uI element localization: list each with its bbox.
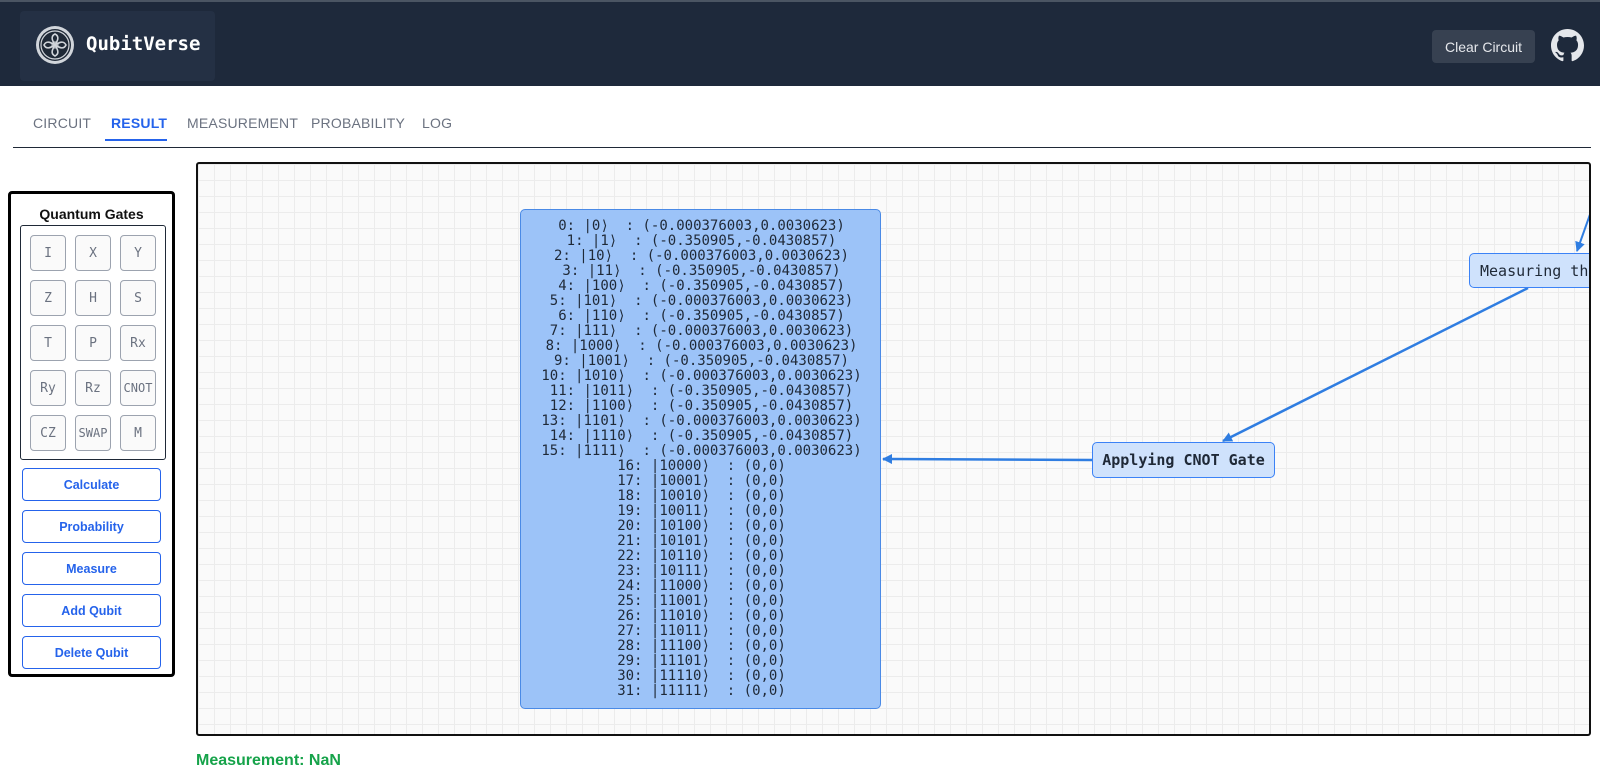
incoming-arrow xyxy=(1575,214,1589,252)
gate-x[interactable]: X xyxy=(75,235,111,271)
applying-cnot-node[interactable]: Applying CNOT Gate xyxy=(1092,442,1275,478)
state-line: 3: |11⟩ : (-0.350905,-0.0430857) xyxy=(562,263,841,279)
result-canvas[interactable]: 0: |0⟩ : (-0.000376003,0.0030623) 1: |1⟩… xyxy=(196,162,1591,736)
state-line: 21: |10101⟩ : (0,0) xyxy=(617,533,786,549)
gate-p[interactable]: P xyxy=(75,325,111,361)
state-line: 28: |11100⟩ : (0,0) xyxy=(617,638,786,654)
probability-button[interactable]: Probability xyxy=(22,510,161,543)
gate-t[interactable]: T xyxy=(30,325,66,361)
state-line: 17: |10001⟩ : (0,0) xyxy=(617,473,786,489)
gate-s[interactable]: S xyxy=(120,280,156,316)
state-line: 2: |10⟩ : (-0.000376003,0.0030623) xyxy=(553,248,849,264)
gate-i[interactable]: I xyxy=(30,235,66,271)
gates-panel-title: Quantum Gates xyxy=(39,206,144,222)
gate-rx[interactable]: Rx xyxy=(120,325,156,361)
flow-arrows xyxy=(882,214,1589,465)
clear-circuit-button[interactable]: Clear Circuit xyxy=(1432,30,1535,63)
tab-result[interactable]: RESULT xyxy=(111,115,167,131)
state-line: 23: |10111⟩ : (0,0) xyxy=(617,563,786,579)
app-title: QubitVerse xyxy=(86,33,201,55)
calculate-button[interactable]: Calculate xyxy=(22,468,161,501)
gate-swap[interactable]: SWAP xyxy=(75,415,111,451)
state-line: 10: |1010⟩ : (-0.000376003,0.0030623) xyxy=(541,368,862,384)
state-line: 5: |101⟩ : (-0.000376003,0.0030623) xyxy=(549,293,854,309)
state-line: 14: |1110⟩ : (-0.350905,-0.0430857) xyxy=(549,428,854,444)
state-vector-box[interactable]: 0: |0⟩ : (-0.000376003,0.0030623) 1: |1⟩… xyxy=(520,209,881,709)
active-tab-indicator xyxy=(105,139,167,141)
state-line: 8: |1000⟩ : (-0.000376003,0.0030623) xyxy=(545,338,858,354)
state-line: 29: |11101⟩ : (0,0) xyxy=(617,653,786,669)
qubitverse-logo-icon xyxy=(36,26,74,64)
state-line: 26: |11010⟩ : (0,0) xyxy=(617,608,786,624)
measure-to-cnot-arrow xyxy=(1222,286,1529,443)
state-line: 6: |110⟩ : (-0.350905,-0.0430857) xyxy=(558,308,845,324)
github-icon[interactable] xyxy=(1551,29,1584,62)
quantum-gates-panel: Quantum Gates I X Y Z H S T P Rx Ry Rz C… xyxy=(8,191,175,677)
state-line: 16: |10000⟩ : (0,0) xyxy=(617,458,786,474)
state-line: 22: |10110⟩ : (0,0) xyxy=(617,548,786,564)
state-line: 0: |0⟩ : (-0.000376003,0.0030623) xyxy=(558,218,845,234)
gate-rz[interactable]: Rz xyxy=(75,370,111,406)
cnot-to-state-arrow xyxy=(882,454,1093,465)
gate-palette: I X Y Z H S T P Rx Ry Rz CNOT CZ SWAP M xyxy=(20,225,166,460)
state-line: 27: |11011⟩ : (0,0) xyxy=(617,623,786,639)
delete-qubit-button[interactable]: Delete Qubit xyxy=(22,636,161,669)
gate-y[interactable]: Y xyxy=(120,235,156,271)
gate-cnot[interactable]: CNOT xyxy=(120,370,156,406)
state-line: 1: |1⟩ : (-0.350905,-0.0430857) xyxy=(566,233,837,249)
tab-bar: CIRCUIT RESULT MEASUREMENT PROBABILITY L… xyxy=(13,105,1591,148)
measurement-result: Measurement: NaN xyxy=(196,752,341,769)
tab-circuit[interactable]: CIRCUIT xyxy=(33,115,91,131)
state-line: 24: |11000⟩ : (0,0) xyxy=(617,578,786,594)
brand[interactable]: QubitVerse xyxy=(20,11,215,81)
state-line: 13: |1101⟩ : (-0.000376003,0.0030623) xyxy=(541,413,862,429)
gate-z[interactable]: Z xyxy=(30,280,66,316)
top-navbar: QubitVerse Clear Circuit xyxy=(0,0,1600,86)
add-qubit-button[interactable]: Add Qubit xyxy=(22,594,161,627)
tab-log[interactable]: LOG xyxy=(422,115,452,131)
state-line: 9: |1001⟩ : (-0.350905,-0.0430857) xyxy=(553,353,849,369)
gate-m[interactable]: M xyxy=(120,415,156,451)
measuring-node[interactable]: Measuring the xyxy=(1469,253,1589,288)
measure-button[interactable]: Measure xyxy=(22,552,161,585)
state-line: 25: |11001⟩ : (0,0) xyxy=(617,593,786,609)
state-line: 4: |100⟩ : (-0.350905,-0.0430857) xyxy=(558,278,845,294)
tab-probability[interactable]: PROBABILITY xyxy=(311,115,405,131)
gate-ry[interactable]: Ry xyxy=(30,370,66,406)
state-line: 11: |1011⟩ : (-0.350905,-0.0430857) xyxy=(549,383,854,399)
tab-measurement[interactable]: MEASUREMENT xyxy=(187,115,298,131)
gate-h[interactable]: H xyxy=(75,280,111,316)
state-line: 15: |1111⟩ : (-0.000376003,0.0030623) xyxy=(541,443,862,459)
state-line: 31: |11111⟩ : (0,0) xyxy=(617,683,786,699)
state-line: 30: |11110⟩ : (0,0) xyxy=(617,668,786,684)
state-line: 18: |10010⟩ : (0,0) xyxy=(617,488,786,504)
gate-cz[interactable]: CZ xyxy=(30,415,66,451)
state-line: 7: |111⟩ : (-0.000376003,0.0030623) xyxy=(549,323,854,339)
state-line: 12: |1100⟩ : (-0.350905,-0.0430857) xyxy=(549,398,854,414)
state-line: 19: |10011⟩ : (0,0) xyxy=(617,503,786,519)
state-line: 20: |10100⟩ : (0,0) xyxy=(617,518,786,534)
